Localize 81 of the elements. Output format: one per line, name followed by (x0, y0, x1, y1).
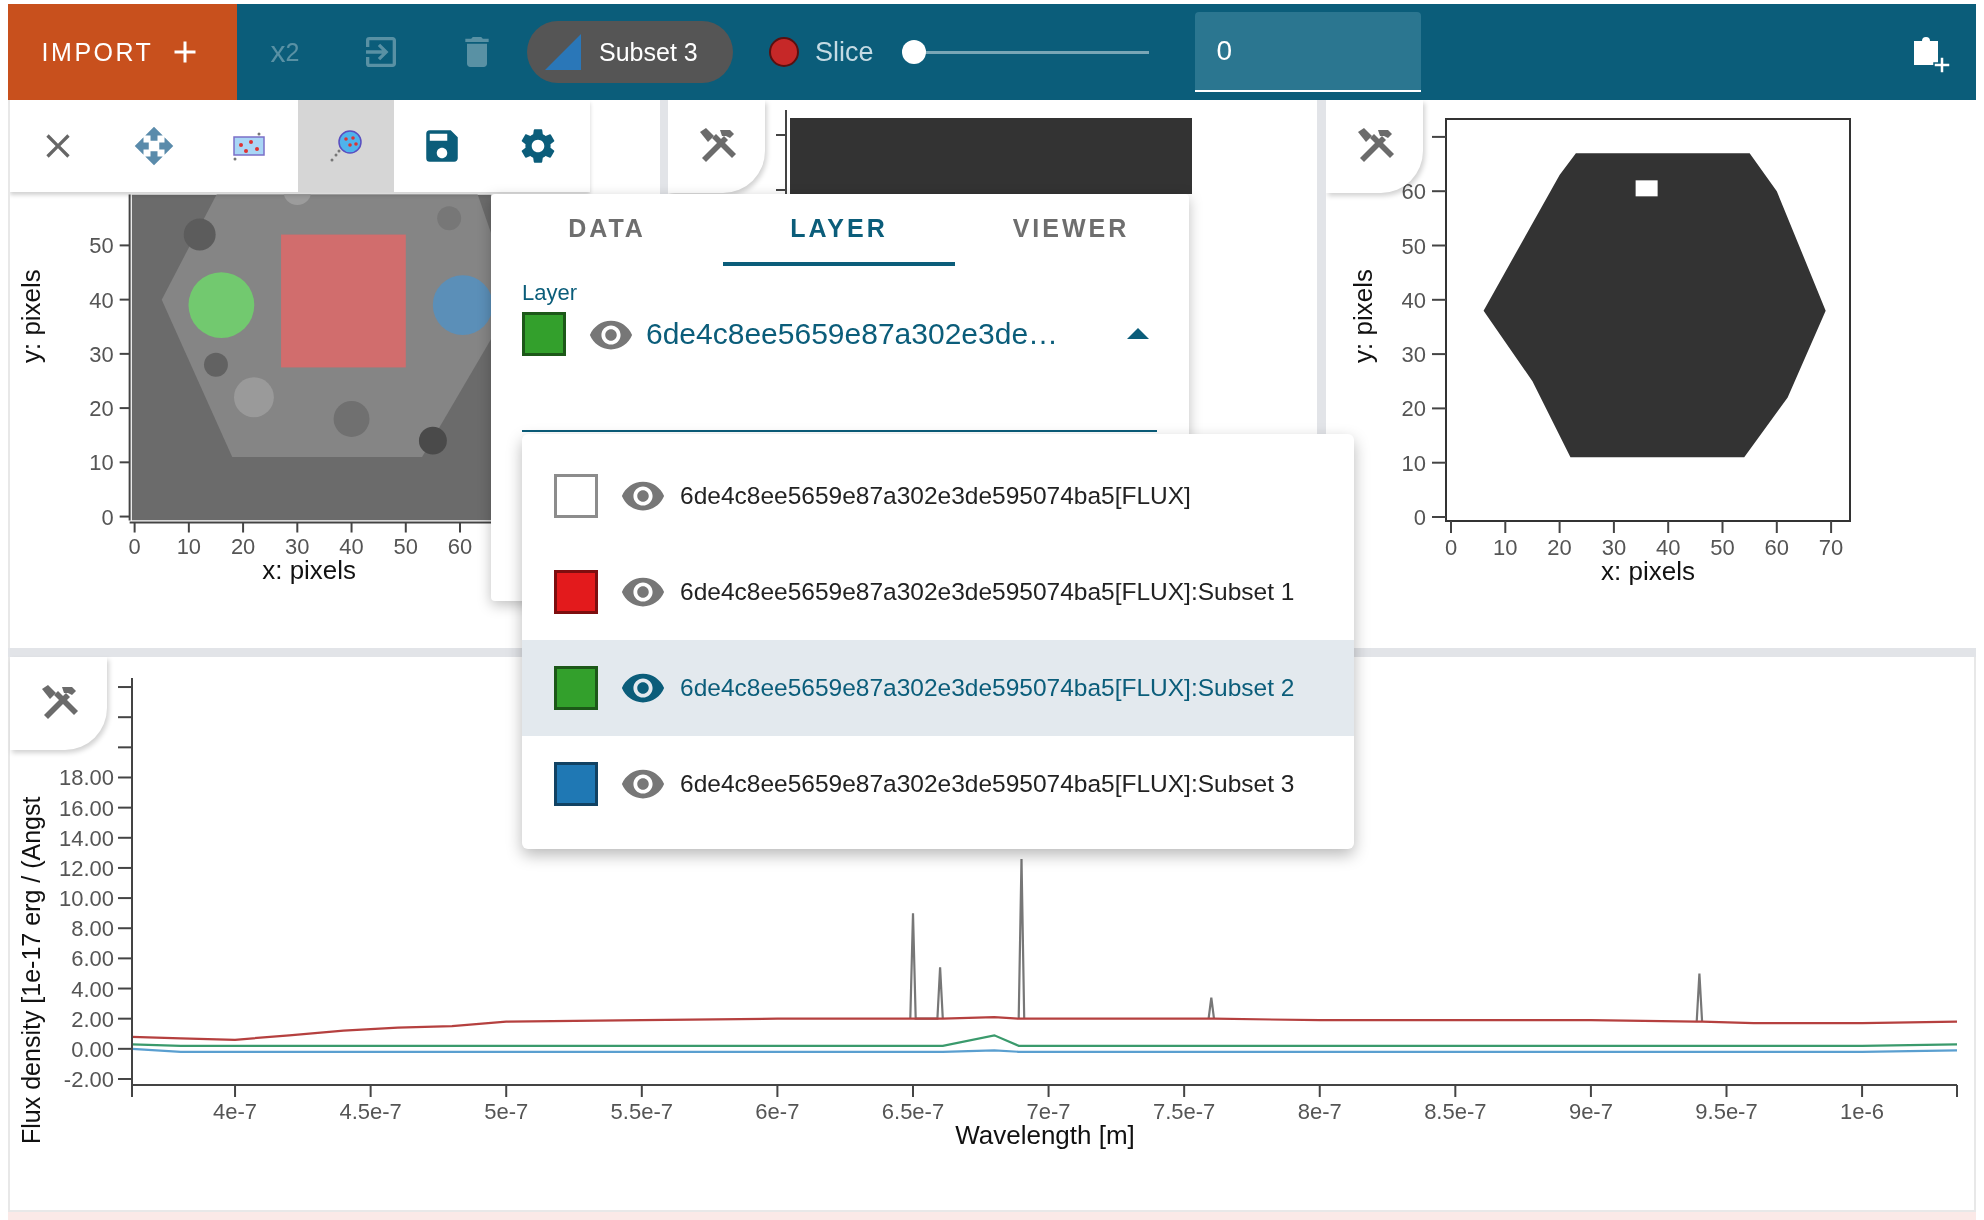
circle-region (432, 275, 492, 335)
tick-label: 8e-7 (1297, 1099, 1342, 1124)
tick-label: 20 (230, 534, 256, 560)
circle-region (188, 272, 255, 338)
tick-label: 0 (1444, 535, 1458, 560)
move-icon (133, 125, 175, 167)
subset-selector[interactable]: Subset 3 (527, 21, 733, 83)
layer-menu-item[interactable]: 6de4c8ee5659e87a302e3de595074ba5[FLUX]:Subset 1 (522, 544, 1354, 640)
tick-label: 60 (1401, 179, 1426, 205)
tick-label: 1e-6 (1840, 1099, 1885, 1124)
tick-label: 9e-7 (1568, 1099, 1613, 1124)
axis-title: y: pixels (1348, 269, 1378, 363)
tick-label: 60 (447, 534, 473, 560)
caret-icon (1127, 326, 1149, 340)
tick-label: 8.5e-7 (1424, 1099, 1487, 1124)
slice-field[interactable]: 0 (1194, 12, 1421, 92)
tick-label: 10.00 (58, 886, 114, 912)
axis-title: Flux density [1e-17 erg / (Angst (17, 796, 45, 1144)
tick-label: 0 (101, 504, 114, 530)
tick-label: 7.5e-7 (1152, 1099, 1216, 1124)
tick-label: 6e-7 (755, 1099, 800, 1124)
tick-label: 20 (89, 396, 114, 422)
tool-button[interactable] (394, 100, 490, 192)
tick-label: 14.00 (58, 825, 114, 851)
tick-label: 60 (1764, 535, 1790, 560)
tick-label: 30 (89, 341, 114, 367)
tick-label: 50 (393, 534, 418, 560)
triangle-icon (543, 32, 583, 72)
tick-label: 8.00 (71, 916, 114, 942)
tick-label: 18.00 (58, 765, 114, 791)
tick-label: 30 (1401, 342, 1426, 368)
tick-label: 6.00 (71, 946, 114, 972)
tick-label: 50 (89, 233, 114, 259)
field-label: Layer (522, 280, 578, 306)
tab[interactable]: LAYER (723, 194, 955, 266)
layer-name: 6de4c8ee5659e87a302e3de595074ba5[FLUX] (680, 482, 1191, 510)
tick-label: 4e-7 (213, 1099, 258, 1124)
color-swatch[interactable] (522, 312, 566, 356)
layer-menu-item[interactable]: 6de4c8ee5659e87a302e3de595074ba5[FLUX]:Subset 3 (522, 736, 1354, 832)
layer-menu-item[interactable]: 6de4c8ee5659e87a302e3de595074ba5[FLUX]:Subset 2 (522, 640, 1354, 736)
tick-label: 50 (1401, 233, 1426, 259)
tick-label: 10 (1401, 450, 1426, 476)
slider-thumb[interactable] (901, 40, 926, 64)
axis-title: y: pixels (16, 269, 45, 363)
tick-label: 40 (89, 287, 114, 313)
tick-label: 0 (1413, 505, 1426, 530)
import-button[interactable]: IMPORT (8, 4, 237, 100)
tick-label: 10 (176, 534, 202, 560)
tools-button[interactable] (668, 100, 765, 193)
tool-button[interactable] (10, 100, 106, 192)
layer-name: 6de4c8ee5659e87a302e3de595074ba5[FLUX]:Subset 3 (680, 770, 1295, 798)
selection-mode-icon[interactable] (769, 37, 799, 67)
layer-menu-item[interactable]: 6de4c8ee5659e87a302e3de595074ba5[FLUX] (522, 448, 1354, 544)
tick-label: 5.5e-7 (610, 1099, 673, 1124)
rectangle-select-icon (232, 131, 268, 161)
layer-name: 6de4c8ee5659e87a302e3de595074ba5[FLUX]:Subset 2 (680, 674, 1295, 702)
layer-name: 6de4c8ee5659e87a302e3de595074ba5[FLUX]:Subset 1 (680, 578, 1295, 606)
tick-label: 4.5e-7 (339, 1099, 402, 1124)
layer-select[interactable]: 6de4c8ee5659e87a302e3de… (522, 306, 1157, 432)
tick-label: 2.00 (71, 1006, 114, 1032)
tick-label: 70 (1818, 535, 1844, 560)
tab[interactable]: DATA (491, 194, 723, 266)
tick-label: 5e-7 (484, 1099, 529, 1124)
tick-label: 50 (1710, 535, 1735, 560)
tick-label: 20 (1547, 535, 1572, 560)
tick-label: 12.00 (58, 855, 114, 881)
tick-label: 0.00 (71, 1036, 114, 1062)
tick-label: 10 (1493, 535, 1518, 560)
tick-label: 0 (128, 534, 141, 560)
tick-label: -2.00 (63, 1066, 114, 1092)
tick-label: 10 (89, 450, 114, 476)
slice-label: Slice (815, 36, 874, 68)
tick-label: 20 (1401, 396, 1426, 422)
tab[interactable]: VIEWER (955, 194, 1187, 266)
tick-label: 4.00 (71, 976, 114, 1002)
tick-label: 9.5e-7 (1695, 1099, 1758, 1124)
tick-label: 16.00 (58, 795, 114, 821)
circle-select-icon (328, 129, 364, 163)
tools-button[interactable] (10, 657, 107, 750)
tick-label: 40 (1401, 287, 1426, 313)
tick-label: 6.5e-7 (881, 1099, 945, 1124)
